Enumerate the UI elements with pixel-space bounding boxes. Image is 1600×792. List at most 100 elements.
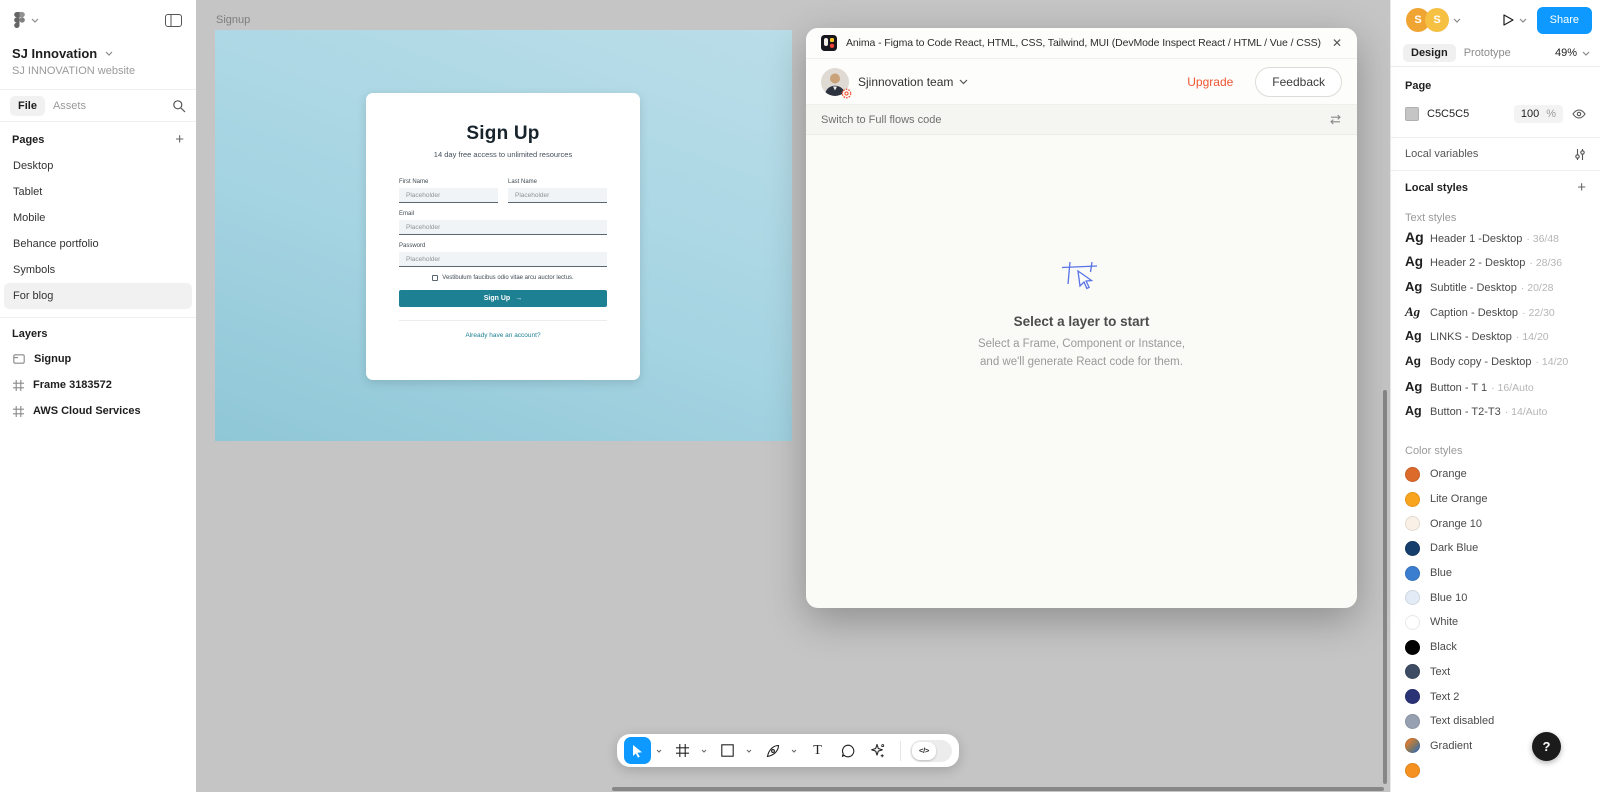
present-icon[interactable] <box>1502 13 1515 27</box>
page-section-header: Page <box>1405 80 1432 92</box>
upgrade-link[interactable]: Upgrade <box>1187 75 1233 89</box>
field-label: Password <box>399 243 426 249</box>
share-button[interactable]: Share <box>1536 6 1592 34</box>
checkbox[interactable] <box>432 275 439 281</box>
page-item[interactable]: Tablet <box>4 179 192 205</box>
color-style-item[interactable]: Text disabled <box>1391 709 1600 734</box>
signup-submit-button[interactable]: Sign Up → <box>399 290 607 307</box>
figma-menu-icon[interactable] <box>14 12 39 28</box>
layer-item-label: Frame 3183572 <box>33 379 112 391</box>
move-tool-button[interactable] <box>624 737 651 764</box>
chevron-down-icon[interactable] <box>1582 51 1590 56</box>
horizontal-scrollbar[interactable] <box>612 787 1384 791</box>
page-color-hex[interactable]: C5C5C5 <box>1427 108 1469 120</box>
page-opacity-field[interactable]: 100 % <box>1513 105 1563 123</box>
color-style-item[interactable]: Black <box>1391 635 1600 660</box>
search-icon[interactable] <box>172 99 186 113</box>
signin-link[interactable]: Already have an account? <box>465 332 540 339</box>
comment-tool-button[interactable] <box>834 737 861 764</box>
password-field[interactable]: Password Placeholder <box>399 243 607 267</box>
first-name-field[interactable]: First Name Placeholder <box>399 179 498 203</box>
avatar[interactable]: S <box>1425 8 1449 32</box>
color-style-item[interactable]: Lite Orange <box>1391 487 1600 512</box>
email-input[interactable]: Placeholder <box>399 220 607 235</box>
chevron-down-icon[interactable] <box>959 79 968 85</box>
tab-file[interactable]: File <box>10 95 45 116</box>
tab-design[interactable]: Design <box>1403 44 1456 62</box>
color-style-item[interactable]: Orange 10 <box>1391 511 1600 536</box>
close-icon[interactable]: ✕ <box>1332 36 1342 50</box>
color-style-item[interactable] <box>1391 758 1600 783</box>
eye-icon[interactable] <box>1572 109 1586 119</box>
tab-prototype[interactable]: Prototype <box>1456 44 1519 62</box>
chevron-down-icon[interactable] <box>1519 18 1527 23</box>
page-item[interactable]: Symbols <box>4 257 192 283</box>
actions-tool-button[interactable] <box>864 737 891 764</box>
feedback-button[interactable]: Feedback <box>1255 66 1342 97</box>
swap-icon[interactable] <box>1329 114 1342 125</box>
vertical-scrollbar[interactable] <box>1383 390 1387 784</box>
toggle-sidebar-icon[interactable] <box>165 13 182 27</box>
color-style-item[interactable]: Blue <box>1391 561 1600 586</box>
last-name-field[interactable]: Last Name Placeholder <box>508 179 607 203</box>
frame-label[interactable]: Signup <box>216 14 250 26</box>
rectangle-tool-button[interactable] <box>714 737 741 764</box>
move-tool-chevron[interactable] <box>654 737 664 764</box>
pen-tool-button[interactable] <box>759 737 786 764</box>
workspace-switcher[interactable]: SJ Innovation <box>0 40 196 61</box>
text-style-item[interactable]: Ag Button - T 1 16/Auto <box>1391 379 1600 404</box>
color-style-item[interactable]: Orange <box>1391 462 1600 487</box>
local-variables-row[interactable]: Local variables <box>1391 138 1600 171</box>
chevron-down-icon <box>31 18 39 23</box>
variables-icon[interactable] <box>1574 148 1586 161</box>
rectangle-tool-chevron[interactable] <box>744 737 754 764</box>
signup-card[interactable]: Sign Up 14 day free access to unlimited … <box>366 93 640 380</box>
page-color-swatch[interactable] <box>1405 107 1419 121</box>
help-button[interactable]: ? <box>1532 732 1561 761</box>
frame-tool-chevron[interactable] <box>699 737 709 764</box>
layer-item[interactable]: Signup <box>0 346 196 372</box>
first-name-input[interactable]: Placeholder <box>399 188 498 203</box>
local-styles-row[interactable]: Local styles + <box>1391 171 1600 204</box>
color-style-item[interactable]: Gradient <box>1391 734 1600 759</box>
page-item[interactable]: Mobile <box>4 205 192 231</box>
email-field[interactable]: Email Placeholder <box>399 211 607 235</box>
switch-flows-row[interactable]: Switch to Full flows code <box>806 105 1357 135</box>
color-style-item[interactable]: White <box>1391 610 1600 635</box>
avatar[interactable] <box>821 67 852 98</box>
cursor-icon <box>633 744 642 758</box>
color-style-item[interactable]: Text 2 <box>1391 684 1600 709</box>
add-page-icon[interactable]: + <box>175 132 184 147</box>
page-item[interactable]: For blog <box>4 283 192 309</box>
terms-checkbox-row[interactable]: Vestibulum faucibus odio vitae arcu auct… <box>399 275 607 281</box>
signup-frame[interactable]: Sign Up 14 day free access to unlimited … <box>215 30 792 441</box>
text-style-item[interactable]: Ag Header 1 -Desktop 36/48 <box>1391 229 1600 254</box>
text-style-item[interactable]: Ag Subtitle - Desktop 20/28 <box>1391 279 1600 304</box>
color-swatch <box>1405 738 1420 754</box>
tab-assets[interactable]: Assets <box>45 96 94 116</box>
text-style-item[interactable]: Ag Header 2 - Desktop 28/36 <box>1391 254 1600 279</box>
text-style-item[interactable]: Ag Body copy - Desktop 14/20 <box>1391 354 1600 379</box>
last-name-input[interactable]: Placeholder <box>508 188 607 203</box>
add-style-icon[interactable]: + <box>1577 180 1586 195</box>
frame-tool-button[interactable] <box>669 737 696 764</box>
text-style-item[interactable]: Ag Button - T2-T3 14/Auto <box>1391 404 1600 429</box>
chevron-down-icon[interactable] <box>1453 18 1461 23</box>
text-style-item[interactable]: Ag LINKS - Desktop 14/20 <box>1391 329 1600 354</box>
text-tool-button[interactable]: T <box>804 737 831 764</box>
pen-tool-chevron[interactable] <box>789 737 799 764</box>
layer-item[interactable]: AWS Cloud Services <box>0 398 196 424</box>
page-item[interactable]: Desktop <box>4 153 192 179</box>
team-name[interactable]: Sjinnovation team <box>858 75 953 89</box>
color-style-item[interactable]: Dark Blue <box>1391 536 1600 561</box>
color-style-item[interactable]: Text <box>1391 660 1600 685</box>
text-style-item[interactable]: Ag Caption - Desktop 22/30 <box>1391 304 1600 329</box>
modal-body: Select a layer to start Select a Frame, … <box>806 135 1357 608</box>
dev-mode-toggle[interactable]: </> <box>910 739 952 762</box>
page-item[interactable]: Behance portfolio <box>4 231 192 257</box>
password-input[interactable]: Placeholder <box>399 252 607 267</box>
color-style-item[interactable]: Blue 10 <box>1391 585 1600 610</box>
zoom-level[interactable]: 49% <box>1555 47 1577 59</box>
modal-titlebar[interactable]: Anima - Figma to Code React, HTML, CSS, … <box>806 28 1357 59</box>
layer-item[interactable]: Frame 3183572 <box>0 372 196 398</box>
